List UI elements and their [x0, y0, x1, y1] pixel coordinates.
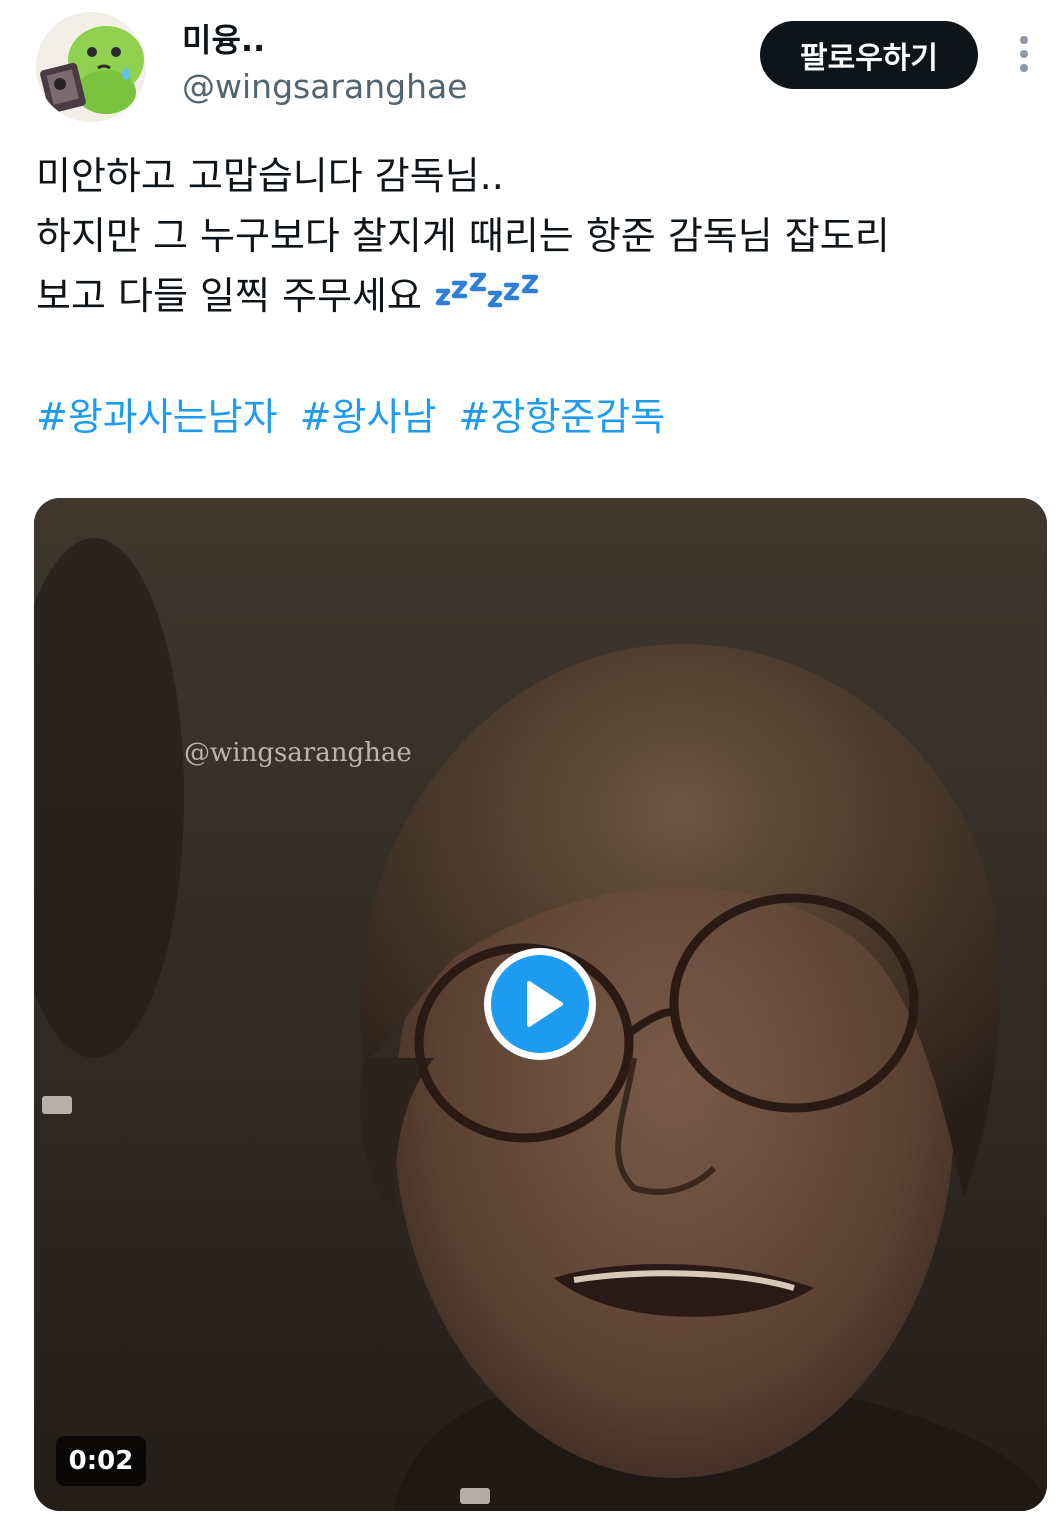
hashtag-link[interactable]: #장항준감독	[459, 395, 666, 439]
tweet-line: 하지만 그 누구보다 찰지게 때리는 항준 감독님 잡도리	[36, 214, 890, 258]
avatar[interactable]	[36, 12, 146, 122]
play-button[interactable]	[484, 948, 596, 1060]
hashtag-list: #왕과사는남자 #왕사남 #장항준감독	[36, 388, 675, 446]
play-icon	[527, 981, 563, 1027]
video-duration-badge: 0:02	[56, 1436, 146, 1486]
more-options-button[interactable]	[1006, 32, 1042, 76]
display-name[interactable]: 미융..	[182, 20, 265, 60]
video-player[interactable]: @wingsaranghae 0:02	[34, 498, 1047, 1511]
hashtag-link[interactable]: #왕사남	[300, 395, 437, 439]
more-options-icon	[1020, 36, 1028, 72]
tweet-text: 미안하고 고맙습니다 감독님.. 하지만 그 누구보다 찰지게 때리는 항준 감…	[36, 146, 1036, 326]
avatar-character-icon	[36, 12, 146, 122]
hashtag-link[interactable]: #왕과사는남자	[36, 395, 278, 439]
tweet-line: 보고 다들 일찍 주무세요	[36, 266, 1036, 326]
tweet-line: 미안하고 고맙습니다 감독님..	[36, 154, 504, 198]
follow-button[interactable]: 팔로우하기	[760, 21, 978, 89]
tweet-line-text: 보고 다들 일찍 주무세요	[36, 274, 422, 318]
video-watermark: @wingsaranghae	[184, 738, 412, 768]
user-handle[interactable]: @wingsaranghae	[182, 66, 468, 108]
zzz-icon	[435, 272, 538, 308]
